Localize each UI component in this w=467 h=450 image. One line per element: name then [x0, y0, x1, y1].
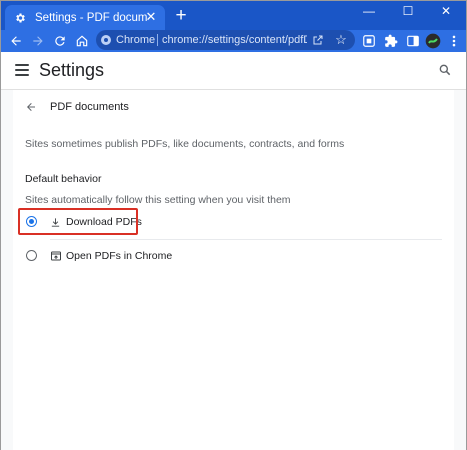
option-open-pdfs-in-chrome[interactable]: Open PDFs in Chrome [13, 242, 454, 270]
home-icon [76, 35, 88, 47]
profile-avatar[interactable] [424, 32, 442, 50]
menu-icon[interactable] [15, 64, 29, 76]
search-icon[interactable] [438, 63, 454, 79]
page-title: Settings [39, 60, 105, 80]
extension-icon[interactable] [360, 32, 378, 50]
site-chip-label: Chrome [116, 34, 156, 46]
settings-main: PDF documents Sites sometimes publish PD… [1, 90, 466, 450]
close-window-button[interactable]: ✕ [428, 1, 464, 23]
open-in-browser-icon [50, 249, 62, 261]
open-pdfs-radio[interactable] [26, 250, 37, 261]
browser-toolbar: Chrome chrome://settings/content/pdfDo..… [1, 30, 466, 52]
side-panel-icon[interactable] [404, 32, 422, 50]
home-button[interactable] [73, 32, 91, 50]
forward-arrow-icon [33, 36, 43, 46]
chrome-icon [101, 35, 111, 45]
close-tab-icon[interactable]: ✕ [144, 10, 158, 24]
extensions-puzzle-icon[interactable] [382, 32, 400, 50]
download-pdfs-radio[interactable] [26, 216, 37, 227]
tab-title: Settings - PDF documents [35, 11, 147, 24]
omnibox-separator [157, 34, 158, 46]
new-tab-button[interactable]: + [172, 6, 190, 25]
share-icon[interactable] [310, 32, 326, 48]
back-arrow-icon[interactable] [25, 100, 39, 114]
download-icon [50, 215, 62, 227]
address-bar[interactable]: Chrome chrome://settings/content/pdfDo..… [96, 30, 355, 50]
download-pdfs-label: Download PDFs [66, 216, 142, 228]
back-button[interactable] [7, 32, 25, 50]
option-divider [50, 239, 442, 240]
maximize-button[interactable]: ☐ [390, 1, 426, 23]
url-text[interactable]: chrome://settings/content/pdfDo... [162, 34, 307, 46]
option-download-pdfs[interactable]: Download PDFs [13, 208, 454, 236]
bookmark-star-icon[interactable]: ☆ [332, 31, 350, 49]
section-title: Default behavior [25, 173, 102, 185]
forward-button[interactable] [29, 32, 47, 50]
gear-icon [13, 11, 27, 25]
settings-header: Settings [1, 52, 466, 90]
reload-button[interactable] [51, 32, 69, 50]
site-chip[interactable]: Chrome [100, 32, 156, 48]
back-arrow-icon [11, 36, 21, 46]
open-pdfs-label: Open PDFs in Chrome [66, 250, 173, 262]
tab-settings[interactable]: Settings - PDF documents ✕ [5, 5, 165, 30]
reload-icon [55, 36, 65, 46]
section-subtitle: Sites automatically follow this setting … [25, 194, 291, 206]
more-menu-icon[interactable] [445, 32, 463, 50]
tab-strip: Settings - PDF documents ✕ + — ☐ ✕ [1, 1, 466, 30]
settings-card: PDF documents Sites sometimes publish PD… [13, 90, 454, 450]
minimize-button[interactable]: — [351, 1, 387, 23]
subpage-header: PDF documents [13, 98, 454, 118]
subpage-title: PDF documents [50, 101, 129, 113]
page-description: Sites sometimes publish PDFs, like docum… [25, 138, 345, 150]
